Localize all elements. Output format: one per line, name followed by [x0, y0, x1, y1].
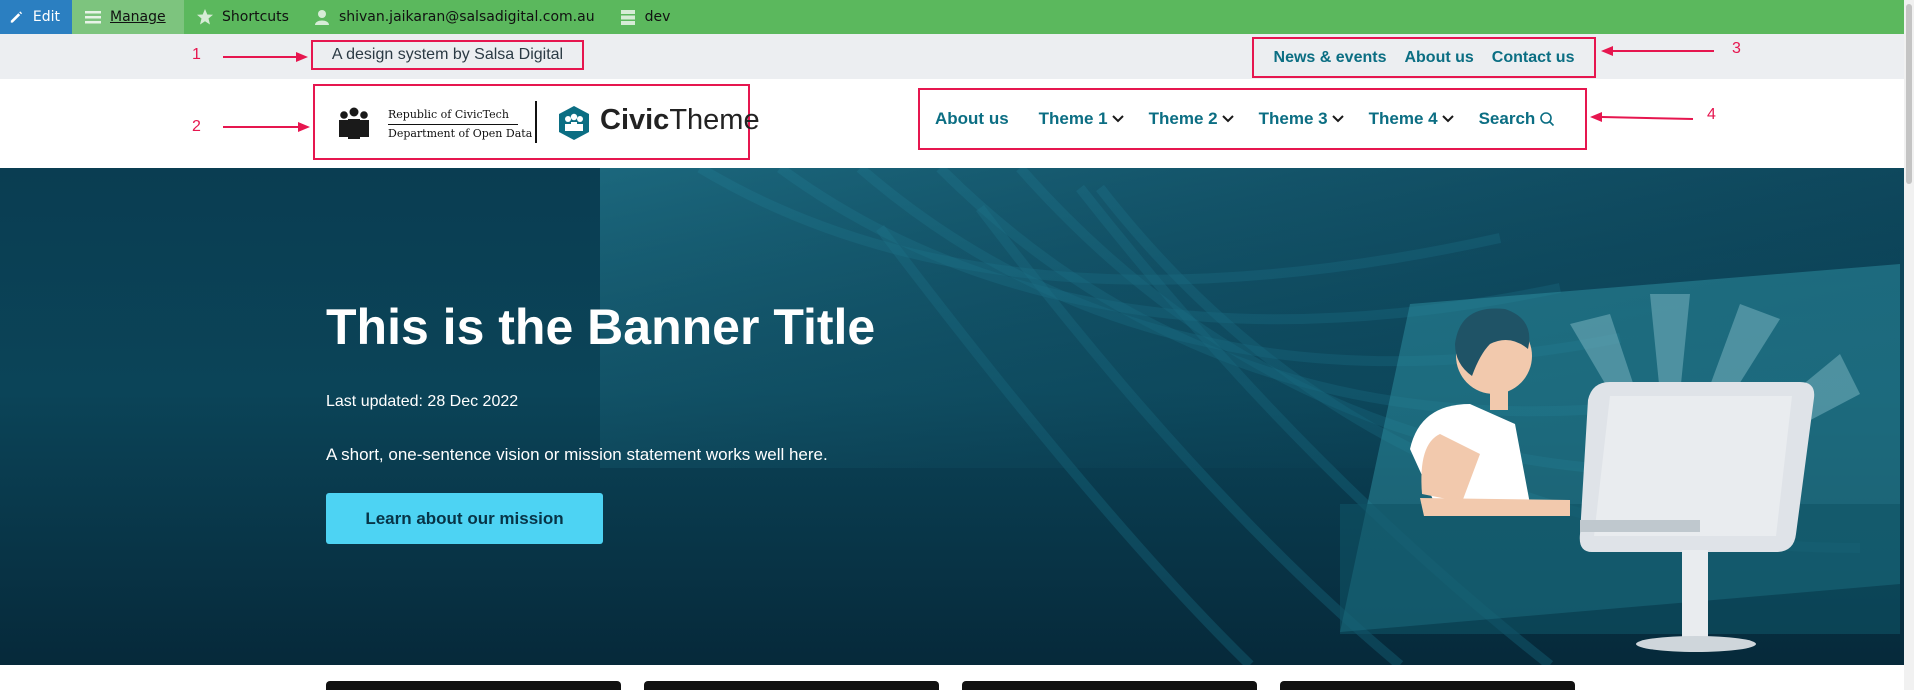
secondary-navigation: News & events About us Contact us [1252, 37, 1596, 78]
annotation-1: 1 [192, 46, 201, 63]
organisation-name: Republic of CivicTech Department of Open… [388, 107, 532, 142]
chevron-down-icon [1441, 115, 1454, 123]
nav-item-theme-1[interactable]: Theme 1 [1039, 109, 1124, 129]
org-line-1: Republic of CivicTech [388, 108, 509, 121]
banner-title: This is the Banner Title [326, 299, 876, 355]
people-logo-icon [339, 107, 369, 139]
edit-label: Edit [32, 9, 60, 25]
brand-bold: Civic [600, 104, 670, 136]
chevron-down-icon [1331, 115, 1344, 123]
manage-label: Manage [110, 9, 166, 25]
hero-banner: This is the Banner Title Last updated: 2… [0, 168, 1904, 665]
user-button[interactable]: shivan.jaikaran@salsadigital.com.au [301, 0, 607, 34]
civictheme-wordmark: CivicTheme [600, 104, 760, 137]
scrollbar-thumb[interactable] [1906, 4, 1912, 184]
arrow-annotation-1 [223, 52, 308, 62]
secondary-nav-contact-us[interactable]: Contact us [1492, 49, 1575, 67]
banner-summary: A short, one-sentence vision or mission … [326, 445, 828, 464]
nav-item-theme-3[interactable]: Theme 3 [1259, 109, 1344, 129]
card-1-top[interactable] [326, 681, 621, 690]
search-label: Search [1478, 109, 1536, 128]
civictheme-logo-icon [559, 106, 589, 140]
environment-label: dev [644, 9, 671, 25]
nav-item-about-us[interactable]: About us [935, 109, 1009, 129]
brand-light: Theme [669, 104, 760, 136]
annotation-4: 4 [1707, 106, 1716, 123]
secondary-nav-about-us[interactable]: About us [1404, 49, 1473, 67]
shortcuts-button[interactable]: Shortcuts [184, 0, 301, 34]
hamburger-icon [85, 11, 101, 24]
person-at-computer-illustration [1340, 264, 1900, 652]
card-4-top[interactable] [1280, 681, 1575, 690]
nav-label: Theme 4 [1368, 109, 1438, 128]
learn-about-mission-button[interactable]: Learn about our mission [326, 493, 603, 544]
pencil-icon [10, 11, 23, 23]
search-button[interactable]: Search [1479, 109, 1556, 129]
chevron-down-icon [1221, 115, 1234, 123]
banner-last-updated: Last updated: 28 Dec 2022 [326, 393, 519, 410]
server-icon [620, 10, 635, 25]
logo-divider [535, 101, 537, 143]
card-2-top[interactable] [644, 681, 939, 690]
user-icon [314, 10, 329, 25]
admin-toolbar: Edit Manage Shortcuts shivan.jaikaran@sa… [0, 0, 1914, 34]
search-icon [1540, 112, 1555, 127]
nav-label: About us [935, 109, 1009, 128]
card-row [0, 665, 1904, 690]
manage-button[interactable]: Manage [72, 0, 184, 34]
user-label: shivan.jaikaran@salsadigital.com.au [338, 9, 595, 25]
shortcuts-label: Shortcuts [222, 9, 289, 25]
star-icon [197, 9, 213, 25]
site-slogan: A design system by Salsa Digital [311, 40, 584, 70]
secondary-nav-news-events[interactable]: News & events [1274, 49, 1387, 67]
edit-button[interactable]: Edit [0, 0, 72, 34]
arrow-annotation-2 [223, 122, 310, 132]
chevron-down-icon [1111, 115, 1124, 123]
primary-navigation: About us Theme 1 Theme 2 Theme 3 Theme 4… [918, 88, 1587, 150]
org-line-2: Department of Open Data [388, 127, 533, 140]
nav-label: Theme 2 [1148, 109, 1218, 128]
card-3-top[interactable] [962, 681, 1257, 690]
annotation-3: 3 [1732, 40, 1741, 57]
arrow-annotation-3 [1601, 46, 1714, 56]
environment-indicator[interactable]: dev [607, 0, 683, 34]
arrow-annotation-4 [1590, 112, 1694, 122]
annotation-2: 2 [192, 118, 201, 135]
nav-item-theme-4[interactable]: Theme 4 [1369, 109, 1454, 129]
nav-label: Theme 3 [1258, 109, 1328, 128]
nav-item-theme-2[interactable]: Theme 2 [1149, 109, 1234, 129]
nav-label: Theme 1 [1038, 109, 1108, 128]
